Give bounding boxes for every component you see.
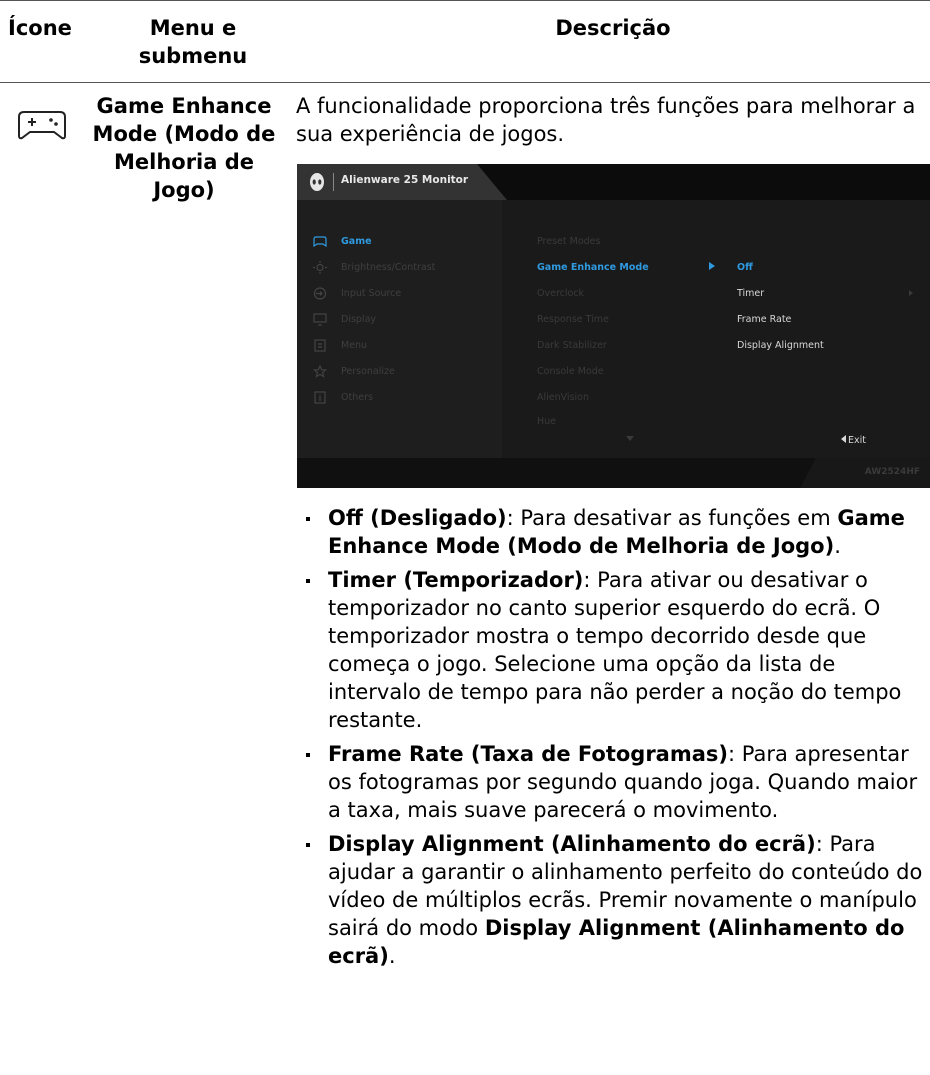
osd-nav-menu[interactable]: Menu <box>297 336 502 356</box>
osd-exit-label: Exit <box>848 435 866 446</box>
osd-nav-brightness[interactable]: Brightness/Contrast <box>297 258 502 278</box>
star-icon <box>313 365 327 378</box>
osd-nav-label: Menu <box>341 340 368 351</box>
osd-option-frame-rate[interactable]: Frame Rate <box>737 314 791 325</box>
selection-pointer-icon <box>709 262 715 270</box>
bullet-marker <box>306 843 310 847</box>
osd-nav-label: Personalize <box>341 366 395 377</box>
osd-submenu-response-time[interactable]: Response Time <box>537 314 609 325</box>
osd-model-label: AW2524HF <box>864 467 920 477</box>
option-text: : Para desativar as funções em <box>506 506 838 530</box>
menu-icon <box>314 339 326 352</box>
list-item: Timer (Temporizador): Para ativar ou des… <box>304 566 930 734</box>
header-icon: Ícone <box>8 16 72 40</box>
osd-nav-label: Brightness/Contrast <box>341 262 436 273</box>
osd-title: Alienware 25 Monitor <box>341 174 469 186</box>
info-icon <box>314 391 326 404</box>
osd-submenu-hue[interactable]: Hue <box>537 416 556 427</box>
osd-nav-personalize[interactable]: Personalize <box>297 362 502 382</box>
header-description: Descrição <box>555 16 671 40</box>
osd-nav-game[interactable]: Game <box>297 232 502 252</box>
gamepad-icon <box>313 236 327 248</box>
option-term: Frame Rate (Taxa de Fotogramas) <box>328 742 728 766</box>
osd-nav-label: Display <box>341 314 377 325</box>
osd-nav-input-source[interactable]: Input Source <box>297 284 502 304</box>
osd-option-display-alignment[interactable]: Display Alignment <box>737 340 824 351</box>
table-top-rule <box>0 0 930 1</box>
option-term: Off (Desligado) <box>328 506 507 530</box>
option-term: Display Alignment (Alinhamento do ecrã) <box>328 832 816 856</box>
monitor-icon <box>313 313 327 326</box>
osd-nav-display[interactable]: Display <box>297 310 502 330</box>
bullet-marker <box>306 579 310 583</box>
option-text-2: . <box>834 534 841 558</box>
osd-nav-label: Game <box>341 236 372 247</box>
option-list: Off (Desligado): Para desativar as funçõ… <box>304 504 930 976</box>
sun-icon <box>313 261 327 274</box>
osd-nav-label: Input Source <box>341 288 402 299</box>
list-item: Frame Rate (Taxa de Fotogramas): Para ap… <box>304 740 930 824</box>
bullet-marker <box>306 753 310 757</box>
osd-screenshot: Alienware 25 Monitor Game Brightness/Con… <box>297 164 930 488</box>
osd-bottom-bar: AW2524HF <box>297 458 930 488</box>
osd-nav-others[interactable]: Others <box>297 388 502 408</box>
osd-option-timer[interactable]: Timer <box>737 288 764 299</box>
osd-submenu-alienvision[interactable]: AlienVision <box>537 392 589 403</box>
osd-title-separator <box>333 173 334 191</box>
option-term: Timer (Temporizador) <box>328 568 584 592</box>
osd-submenu-overclock[interactable]: Overclock <box>537 288 584 299</box>
input-icon <box>313 287 327 300</box>
option-text-2: . <box>388 944 396 968</box>
back-arrow-icon <box>841 435 846 443</box>
osd-submenu-game-enhance-mode[interactable]: Game Enhance Mode <box>537 262 649 273</box>
list-item: Display Alignment (Alinhamento do ecrã):… <box>304 830 930 970</box>
header-rule <box>0 82 930 83</box>
chevron-right-icon <box>909 290 913 296</box>
header-menu: Menu e submenu <box>138 16 248 68</box>
osd-nav-label: Others <box>341 392 373 403</box>
menu-name: Game Enhance Mode (Modo de Melhoria de J… <box>92 94 276 202</box>
osd-option-off[interactable]: Off <box>737 262 753 273</box>
osd-top-bar: Alienware 25 Monitor <box>297 164 930 200</box>
bullet-marker <box>306 517 310 521</box>
description-intro: A funcionalidade proporciona três funçõe… <box>296 94 916 146</box>
osd-submenu-preset-modes[interactable]: Preset Modes <box>537 236 600 247</box>
alienware-logo-icon <box>310 173 324 191</box>
osd-submenu-dark-stabilizer[interactable]: Dark Stabilizer <box>537 340 607 351</box>
osd-submenu-console-mode[interactable]: Console Mode <box>537 366 604 377</box>
scroll-down-arrow-icon[interactable] <box>626 436 634 441</box>
option-text: : Para ativar ou desativar o temporizado… <box>328 568 902 732</box>
osd-exit-button[interactable]: Exit <box>841 435 866 446</box>
gamepad-icon <box>18 111 66 140</box>
list-item: Off (Desligado): Para desativar as funçõ… <box>304 504 930 560</box>
